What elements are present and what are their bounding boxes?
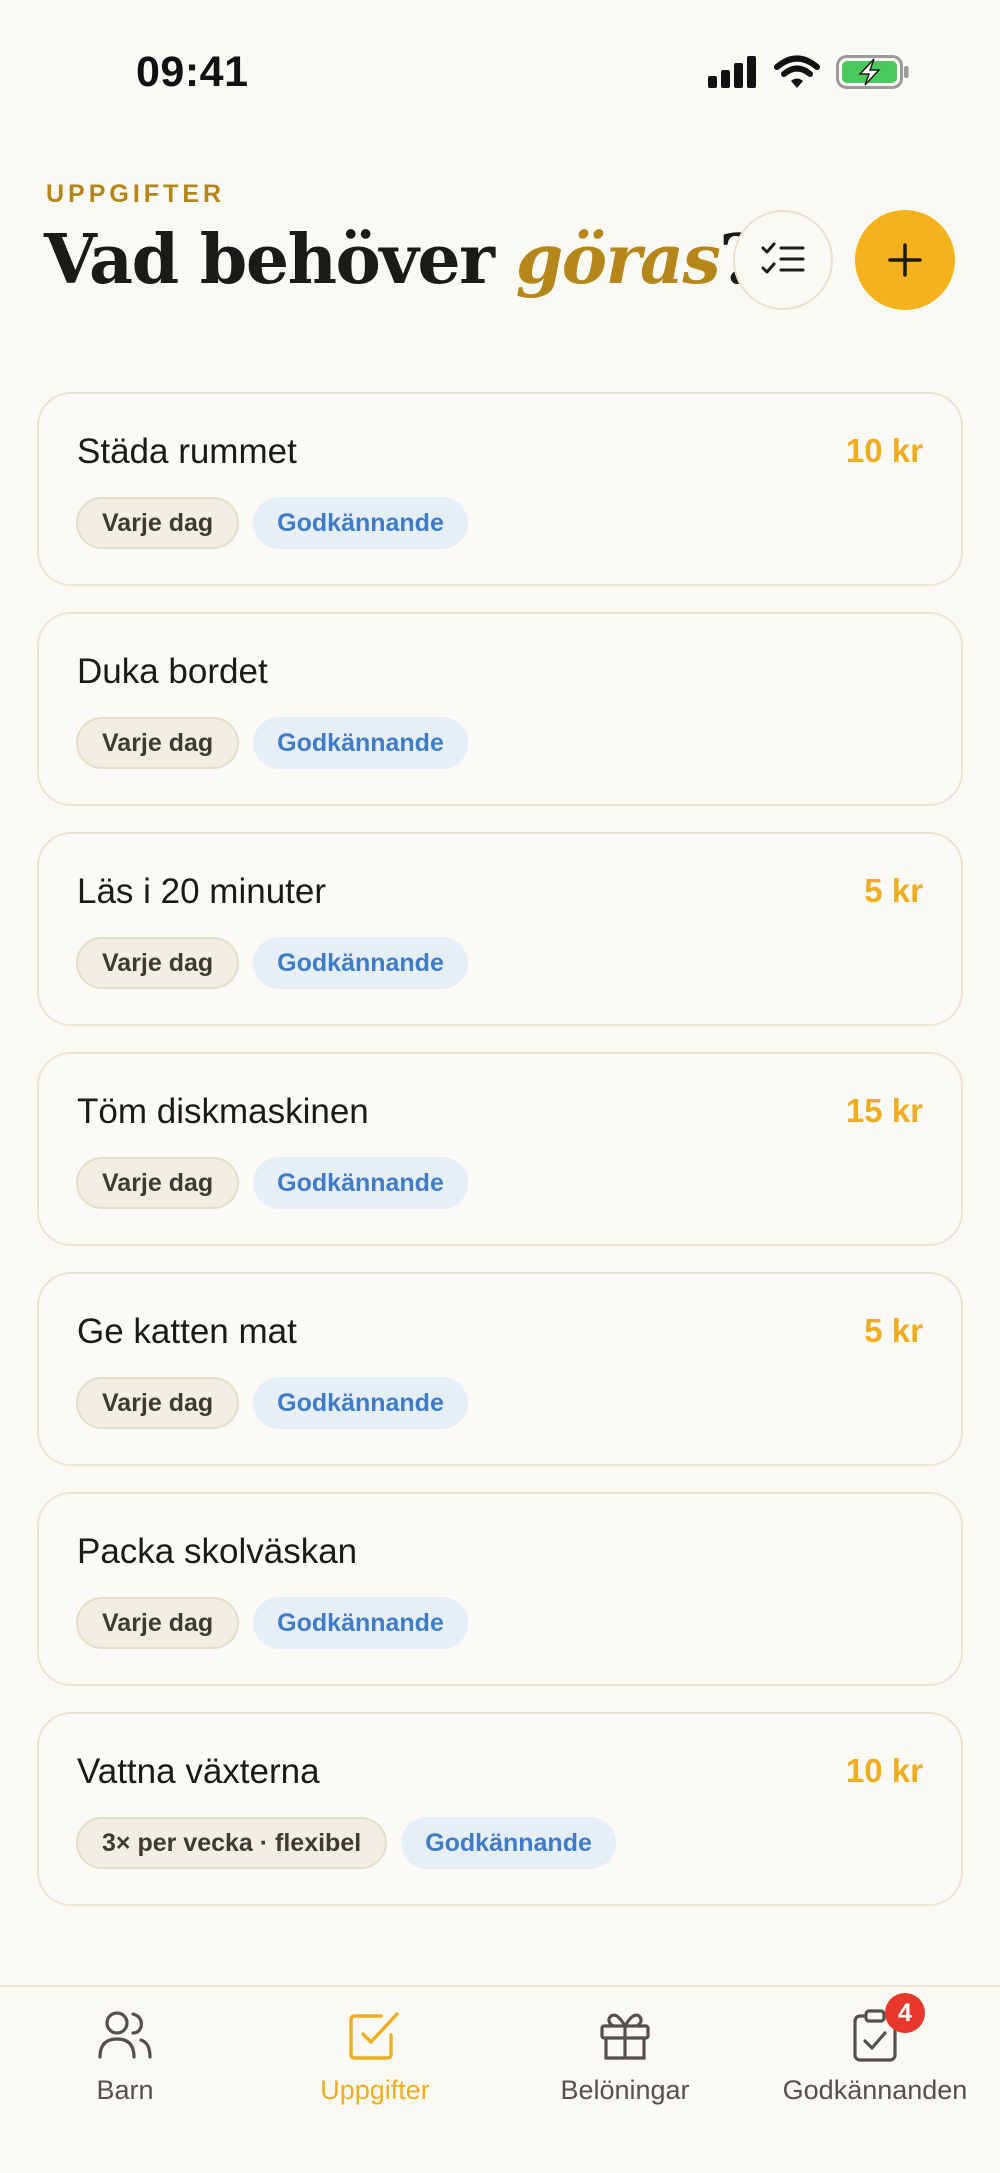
gift-icon [595,2005,655,2065]
status-time: 09:41 [136,48,249,96]
users-icon [95,2005,155,2065]
tab-label: Belöningar [560,2075,690,2105]
section-eyebrow: UPPGIFTER [46,180,226,208]
task-tags: 3× per vecka · flexibel Godkännande [76,1817,616,1869]
task-tags: Varje dag Godkännande [76,1157,468,1209]
task-reward: 5 kr [864,872,923,909]
schedule-tag: Varje dag [76,1377,240,1429]
task-tags: Varje dag Godkännande [76,1377,468,1429]
approval-tag: Godkännande [401,1817,616,1869]
task-name: Töm diskmaskinen [77,1092,369,1131]
tab-barn[interactable]: Barn [0,2005,250,2106]
schedule-tag: Varje dag [76,1597,240,1649]
task-tags: Varje dag Godkännande [76,497,468,549]
task-name: Läs i 20 minuter [77,872,327,911]
task-name: Duka bordet [77,652,268,691]
tab-uppgifter[interactable]: Uppgifter [250,2005,500,2106]
task-card[interactable]: Vattna växterna 10 kr 3× per vecka · fle… [37,1712,963,1906]
task-reward: 10 kr [845,432,923,469]
approval-tag: Godkännande [253,1157,468,1209]
task-reward: 10 kr [845,1752,923,1789]
schedule-tag: Varje dag [76,1157,240,1209]
task-card[interactable]: Duka bordet Varje dag Godkännande [37,612,963,806]
task-card[interactable]: Ge katten mat 5 kr Varje dag Godkännande [37,1272,963,1466]
page-title-main: Vad behöver [44,220,516,300]
tab-label: Uppgifter [320,2075,430,2105]
status-icons [708,55,910,89]
checkbox-icon [345,2005,405,2065]
status-bar: 09:41 [0,0,1000,150]
schedule-tag: Varje dag [76,937,240,989]
battery-charging-icon [836,55,909,89]
approval-tag: Godkännande [253,497,468,549]
task-name: Packa skolväskan [77,1532,358,1571]
cellular-signal-icon [708,56,756,88]
tab-label: Godkännanden [782,2075,968,2105]
add-task-button[interactable] [855,210,955,310]
approval-tag: Godkännande [253,1377,468,1429]
task-tags: Varje dag Godkännande [76,717,468,769]
checklist-button[interactable] [733,210,833,310]
schedule-tag: 3× per vecka · flexibel [76,1817,388,1869]
tab-godkannanden[interactable]: 4 Godkännanden [750,1993,1000,2106]
checklist-icon [761,242,805,274]
task-card[interactable]: Töm diskmaskinen 15 kr Varje dag Godkänn… [37,1052,963,1246]
approval-tag: Godkännande [253,937,468,989]
tab-bar: Barn Uppgifter Belöningar 4 Godkännanden [0,1985,1000,2173]
tab-label: Barn [96,2075,154,2105]
task-card[interactable]: Läs i 20 minuter 5 kr Varje dag Godkänna… [37,832,963,1026]
task-card[interactable]: Packa skolväskan Varje dag Godkännande [37,1492,963,1686]
page-title-accent: göras [515,220,721,300]
task-name: Ge katten mat [77,1312,297,1351]
approval-tag: Godkännande [253,717,468,769]
schedule-tag: Varje dag [76,497,240,549]
task-tags: Varje dag Godkännande [76,1597,468,1649]
approval-tag: Godkännande [253,1597,468,1649]
task-name: Vattna växterna [77,1752,320,1791]
plus-icon [888,243,922,277]
wifi-icon [774,55,820,88]
notification-badge: 4 [885,1993,925,2033]
task-list: Städa rummet 10 kr Varje dag Godkännande… [37,392,963,1932]
task-reward: 15 kr [845,1092,923,1129]
schedule-tag: Varje dag [76,717,240,769]
task-reward: 5 kr [864,1312,923,1349]
task-card[interactable]: Städa rummet 10 kr Varje dag Godkännande [37,392,963,586]
task-name: Städa rummet [77,432,297,471]
task-tags: Varje dag Godkännande [76,937,468,989]
page-title: Vad behöver göras? [44,220,759,300]
tab-beloningar[interactable]: Belöningar [500,2005,750,2106]
clipboard-check-icon: 4 [845,1993,925,2065]
